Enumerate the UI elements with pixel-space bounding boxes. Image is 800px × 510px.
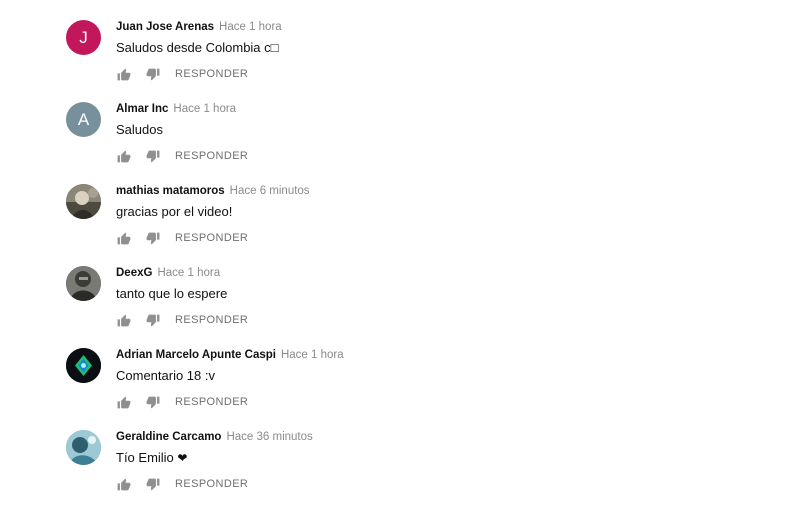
comment-actions: RESPONDER: [116, 148, 248, 164]
comment-body: Almar Inc Hace 1 hora Saludos RESPONDER: [116, 100, 766, 162]
avatar[interactable]: [66, 430, 101, 465]
reply-button[interactable]: RESPONDER: [175, 232, 248, 244]
comment-text: tanto que lo espere: [116, 286, 228, 301]
thumbs-down-icon[interactable]: [145, 313, 160, 328]
comment-author[interactable]: mathias matamoros: [116, 185, 225, 197]
comments-list: J Juan Jose Arenas Hace 1 hora Saludos de…: [66, 18, 766, 510]
comment-author[interactable]: Almar Inc: [116, 103, 168, 115]
comment-actions: RESPONDER: [116, 394, 248, 410]
comment-body: Geraldine Carcamo Hace 36 minutos Tío Emi…: [116, 428, 766, 490]
comment-body: Juan Jose Arenas Hace 1 hora Saludos desd…: [116, 18, 766, 80]
avatar-logo-image: [66, 348, 101, 383]
comment-header: Juan Jose Arenas Hace 1 hora: [116, 18, 766, 36]
thumbs-up-icon[interactable]: [116, 67, 131, 82]
comment-actions: RESPONDER: [116, 476, 248, 492]
comment-author[interactable]: Adrian Marcelo Apunte Caspi: [116, 349, 276, 361]
heart-emoji-icon: ❤: [177, 451, 188, 465]
avatar[interactable]: [66, 348, 101, 383]
avatar-photo-image: [66, 430, 101, 465]
thumbs-down-icon[interactable]: [145, 67, 160, 82]
reply-button[interactable]: RESPONDER: [175, 314, 248, 326]
avatar-initial: J: [79, 27, 88, 47]
comment-author[interactable]: Juan Jose Arenas: [116, 21, 214, 33]
comment-actions: RESPONDER: [116, 230, 248, 246]
comment-text-line: Tío Emilio ❤: [116, 449, 766, 467]
comment-author[interactable]: DeexG: [116, 267, 152, 279]
comment-item: DeexG Hace 1 hora tanto que lo espere RES…: [66, 264, 766, 346]
comment-item: Adrian Marcelo Apunte Caspi Hace 1 hora C…: [66, 346, 766, 428]
comment-body: Adrian Marcelo Apunte Caspi Hace 1 hora C…: [116, 346, 766, 408]
comment-header: Geraldine Carcamo Hace 36 minutos: [116, 428, 766, 446]
reply-button[interactable]: RESPONDER: [175, 478, 248, 490]
comment-item: Geraldine Carcamo Hace 36 minutos Tío Emi…: [66, 428, 766, 510]
thumbs-up-icon[interactable]: [116, 395, 131, 410]
comment-header: DeexG Hace 1 hora: [116, 264, 766, 282]
comment-time[interactable]: Hace 1 hora: [173, 103, 236, 115]
thumbs-down-icon[interactable]: [145, 395, 160, 410]
thumbs-down-icon[interactable]: [145, 231, 160, 246]
thumbs-down-icon[interactable]: [145, 477, 160, 492]
comment-item: mathias matamoros Hace 6 minutos gracias …: [66, 182, 766, 264]
avatar-photo-image: [66, 184, 101, 219]
avatar-initial: A: [77, 109, 90, 129]
comment-actions: RESPONDER: [116, 312, 248, 328]
comment-actions: RESPONDER: [116, 66, 248, 82]
comment-text: Saludos desde Colombia c□: [116, 40, 279, 55]
reply-button[interactable]: RESPONDER: [175, 150, 248, 162]
avatar[interactable]: [66, 266, 101, 301]
thumbs-up-icon[interactable]: [116, 477, 131, 492]
comment-time[interactable]: Hace 1 hora: [281, 349, 344, 361]
comment-time[interactable]: Hace 6 minutos: [230, 185, 310, 197]
comment-header: mathias matamoros Hace 6 minutos: [116, 182, 766, 200]
comment-text: Comentario 18 :v: [116, 368, 215, 383]
reply-button[interactable]: RESPONDER: [175, 396, 248, 408]
comment-item: A Almar Inc Hace 1 hora Saludos RESPONDER: [66, 100, 766, 182]
comment-body: mathias matamoros Hace 6 minutos gracias …: [116, 182, 766, 244]
comment-body: DeexG Hace 1 hora tanto que lo espere RES…: [116, 264, 766, 326]
thumbs-up-icon[interactable]: [116, 313, 131, 328]
comment-header: Adrian Marcelo Apunte Caspi Hace 1 hora: [116, 346, 766, 364]
comment-text: Saludos: [116, 122, 163, 137]
avatar[interactable]: J: [66, 20, 101, 55]
thumbs-up-icon[interactable]: [116, 149, 131, 164]
avatar-photo-image: [66, 266, 101, 301]
comment-item: J Juan Jose Arenas Hace 1 hora Saludos de…: [66, 18, 766, 100]
comment-text: Tío Emilio: [116, 450, 174, 465]
thumbs-up-icon[interactable]: [116, 231, 131, 246]
thumbs-down-icon[interactable]: [145, 149, 160, 164]
reply-button[interactable]: RESPONDER: [175, 68, 248, 80]
comment-time[interactable]: Hace 1 hora: [219, 21, 282, 33]
comment-header: Almar Inc Hace 1 hora: [116, 100, 766, 118]
avatar[interactable]: [66, 184, 101, 219]
comment-time[interactable]: Hace 36 minutos: [226, 431, 312, 443]
comment-author[interactable]: Geraldine Carcamo: [116, 431, 221, 443]
comment-time[interactable]: Hace 1 hora: [157, 267, 220, 279]
comment-text: gracias por el video!: [116, 204, 233, 219]
avatar[interactable]: A: [66, 102, 101, 137]
